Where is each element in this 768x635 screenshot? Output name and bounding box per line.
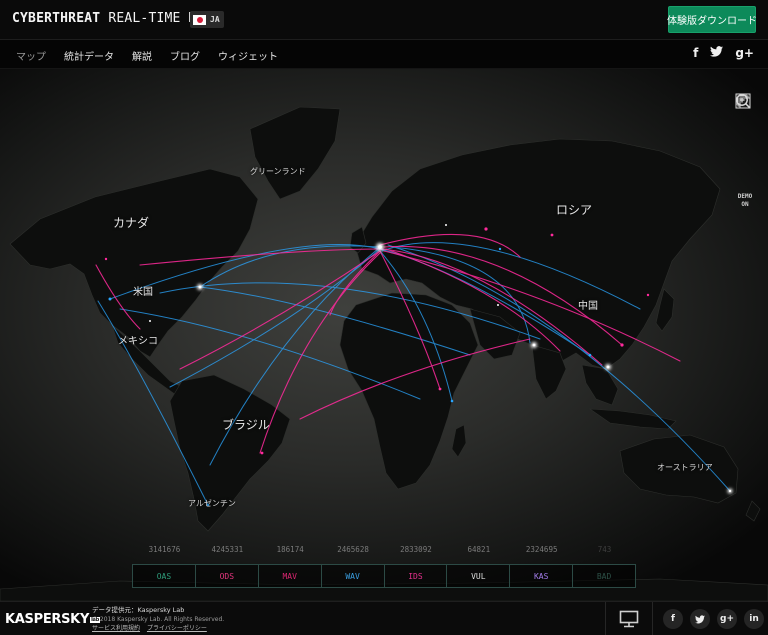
label-brazil: ブラジル bbox=[222, 418, 270, 432]
legend-ods-button[interactable]: ODS bbox=[195, 565, 259, 587]
southeast-asia-landmass bbox=[581, 364, 619, 406]
legend-bad-button[interactable]: BAD bbox=[573, 565, 635, 587]
indonesia-landmass bbox=[588, 408, 677, 430]
africa-landmass bbox=[339, 292, 479, 490]
legend-oas-button[interactable]: OAS bbox=[133, 565, 196, 587]
count-wav: 2465628 bbox=[337, 545, 369, 554]
footer: KASPERSKY lab データ提供元：Kaspersky Lab © 2018… bbox=[0, 601, 768, 635]
legend-mav-button[interactable]: MAV bbox=[258, 565, 322, 587]
language-selector[interactable]: JA bbox=[190, 11, 224, 28]
greenland-landmass bbox=[249, 106, 341, 200]
footer-google-plus-icon[interactable]: g+ bbox=[717, 609, 737, 629]
new-zealand-landmass bbox=[745, 500, 761, 522]
trial-download-button[interactable]: 体験版ダウンロード bbox=[667, 6, 757, 33]
nav-item-widget[interactable]: ウィジェット bbox=[218, 48, 278, 63]
count-ids: 2833092 bbox=[400, 545, 432, 554]
main-nav: マップ 統計データ 解説 ブログ ウィジェット bbox=[16, 48, 278, 63]
footer-right: f g+ in bbox=[605, 602, 768, 635]
footer-info: データ提供元：Kaspersky Lab © 2018 Kaspersky La… bbox=[92, 606, 224, 633]
copyright: © 2018 Kaspersky Lab. All Rights Reserve… bbox=[92, 616, 225, 623]
japan-flag-icon bbox=[193, 14, 206, 25]
zoom-out-icon[interactable] bbox=[736, 94, 754, 186]
label-argentina: アルゼンチン bbox=[188, 499, 236, 508]
terms-link[interactable]: サービス利用規約 bbox=[92, 625, 140, 632]
legend-ids-button[interactable]: IDS bbox=[384, 565, 448, 587]
label-usa: 米国 bbox=[133, 287, 153, 298]
layers-icon[interactable] bbox=[735, 93, 754, 136]
legend-wav-button[interactable]: WAV bbox=[321, 565, 385, 587]
nav-bar: マップ 統計データ 解説 ブログ ウィジェット f g+ bbox=[0, 40, 768, 69]
twitter-icon[interactable] bbox=[710, 46, 724, 60]
label-greenland: グリーンランド bbox=[250, 167, 306, 176]
count-kas: 2324695 bbox=[525, 545, 558, 554]
language-code: JA bbox=[210, 15, 220, 24]
footer-facebook-icon[interactable]: f bbox=[663, 609, 683, 629]
app-title[interactable]: CYBERTHREAT REAL-TIME MAP bbox=[12, 11, 213, 26]
count-ods: 4245331 bbox=[211, 545, 244, 554]
threat-type-legend: OAS ODS MAV WAV IDS VUL KAS BAD bbox=[132, 564, 636, 588]
google-plus-icon[interactable]: g+ bbox=[735, 46, 754, 60]
label-china: 中国 bbox=[578, 301, 598, 312]
nav-item-map[interactable]: マップ bbox=[16, 48, 46, 63]
nav-item-blog[interactable]: ブログ bbox=[170, 48, 200, 63]
label-mexico: メキシコ bbox=[118, 336, 158, 347]
label-australia: オーストラリア bbox=[657, 463, 713, 472]
map-tools: DEMO ON bbox=[735, 93, 755, 209]
detection-counts: 3141676 4245331 186174 2465628 2833092 6… bbox=[133, 545, 636, 554]
demo-toggle[interactable]: DEMO ON bbox=[738, 193, 752, 209]
footer-linkedin-icon[interactable]: in bbox=[744, 609, 764, 629]
header-social-links: f g+ bbox=[693, 46, 754, 60]
zoom-in-icon[interactable] bbox=[736, 94, 754, 161]
count-vul: 64821 bbox=[467, 545, 491, 554]
legend-vul-button[interactable]: VUL bbox=[447, 565, 511, 587]
world-map-svg bbox=[0, 106, 768, 601]
top-bar: CYBERTHREAT REAL-TIME MAP JA 体験版ダウンロード bbox=[0, 0, 768, 40]
nav-item-explanation[interactable]: 解説 bbox=[132, 48, 152, 63]
label-russia: ロシア bbox=[556, 203, 593, 217]
continents bbox=[0, 106, 768, 601]
count-bad: 743 bbox=[597, 545, 612, 554]
count-oas: 3141676 bbox=[148, 545, 181, 554]
footer-twitter-icon[interactable] bbox=[690, 609, 710, 629]
footer-social-links: f g+ in bbox=[653, 609, 768, 629]
monitor-icon[interactable] bbox=[606, 610, 652, 628]
legend-kas-button[interactable]: KAS bbox=[510, 565, 574, 587]
facebook-icon[interactable]: f bbox=[693, 46, 698, 60]
count-mav: 186174 bbox=[276, 545, 304, 554]
privacy-link[interactable]: プライバシーポリシー bbox=[147, 625, 207, 632]
threat-map[interactable]: カナダ グリーンランド ロシア 米国 メキシコ 中国 ブラジル アルゼンチン オ… bbox=[0, 69, 768, 601]
madagascar-landmass bbox=[451, 424, 467, 458]
label-canada: カナダ bbox=[113, 216, 150, 230]
nav-item-stats[interactable]: 統計データ bbox=[64, 48, 114, 63]
data-source: データ提供元：Kaspersky Lab bbox=[92, 606, 185, 614]
kaspersky-logo[interactable]: KASPERSKY lab bbox=[5, 612, 100, 627]
